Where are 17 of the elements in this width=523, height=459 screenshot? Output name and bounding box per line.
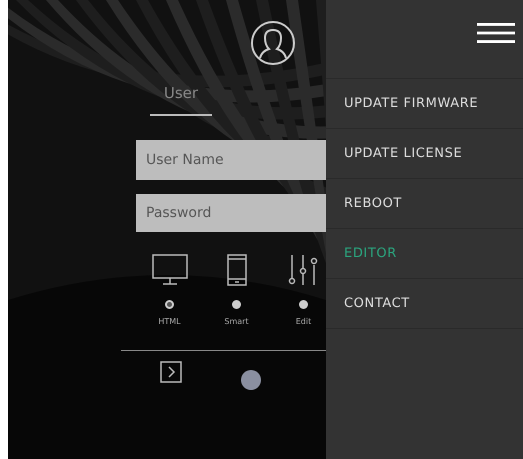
monitor-icon[interactable] — [152, 254, 188, 286]
menu-item[interactable]: EDITOR — [326, 229, 523, 279]
menu-item[interactable]: UPDATE LICENSE — [326, 129, 523, 179]
menu-icon[interactable] — [477, 22, 515, 44]
phone-icon[interactable] — [226, 254, 246, 286]
mode-label: Smart — [224, 317, 249, 326]
menu-item[interactable]: UPDATE FIRMWARE — [326, 79, 523, 129]
user-tab[interactable]: User — [150, 84, 212, 116]
user-icon[interactable] — [250, 20, 296, 66]
mode-label: HTML — [158, 317, 181, 326]
input-field[interactable]: User Name — [136, 140, 326, 180]
mode-label: Edit — [296, 317, 312, 326]
menu-item[interactable]: REBOOT — [326, 179, 523, 229]
menu-item[interactable]: CONTACT — [326, 279, 523, 329]
square-icon[interactable] — [160, 361, 182, 383]
circle-icon[interactable] — [240, 369, 262, 391]
input-field[interactable]: Password — [136, 194, 326, 232]
